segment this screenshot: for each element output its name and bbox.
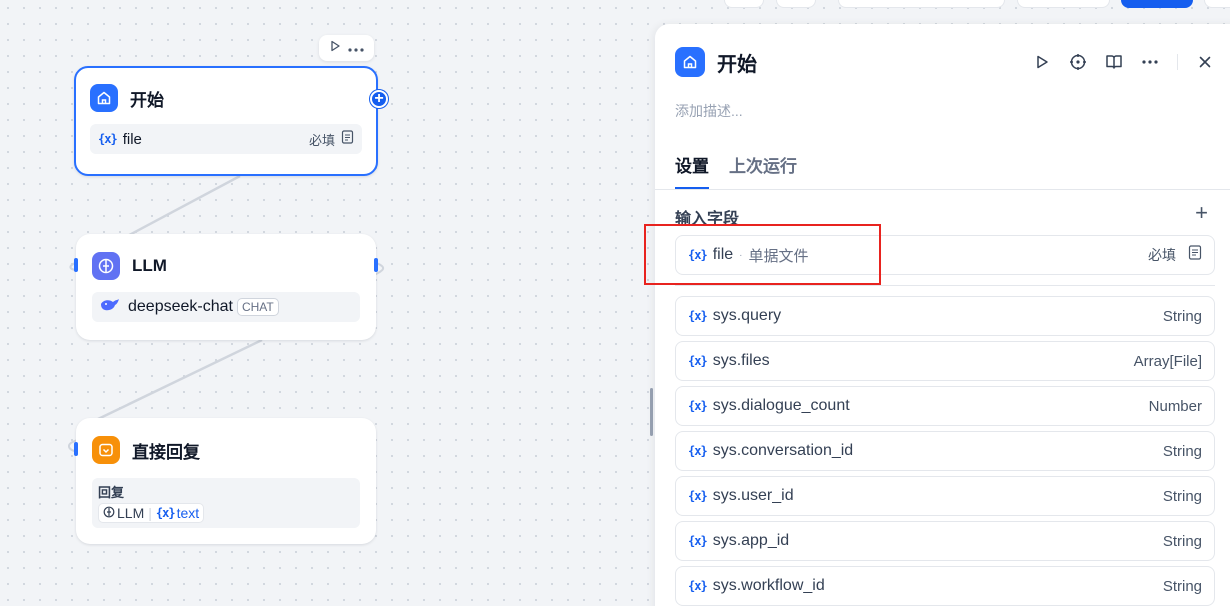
llm-small-icon (103, 505, 115, 521)
separator-dot: · (739, 249, 743, 261)
variable-icon: {x} (688, 354, 708, 368)
variable-icon: {x} (688, 489, 708, 503)
system-variable-row[interactable]: {x} sys.app_id String (675, 521, 1215, 561)
description-input[interactable]: 添加描述... (675, 101, 743, 121)
section-divider (675, 285, 1215, 286)
variable-icon: {x} (688, 444, 708, 458)
variable-icon: {x} (688, 248, 708, 262)
node-toolbar (319, 35, 374, 61)
more-icon[interactable] (348, 39, 364, 57)
variable-icon: {x} (155, 506, 176, 520)
ref-node-name: LLM (117, 505, 145, 521)
node-settings-panel: 开始 添加描述... 设置 上次运行 输入字段 + {x} file · 单据文… (655, 24, 1230, 606)
reply-reference: LLM | {x} text (98, 503, 205, 523)
llm-node-header: LLM (92, 250, 360, 282)
tab-settings[interactable]: 设置 (675, 152, 709, 189)
answer-input-handle[interactable] (74, 442, 78, 456)
system-variable-name: sys.user_id (712, 487, 794, 504)
llm-node-title: LLM (132, 256, 167, 275)
ref-var-name: text (176, 505, 200, 521)
toolbar-button-2[interactable] (776, 0, 816, 8)
field-name: file (712, 246, 734, 263)
toolbar-button-4[interactable] (1017, 0, 1110, 8)
ref-separator: | (148, 505, 152, 521)
action-divider (1177, 54, 1178, 70)
reply-box[interactable]: 回复 LLM | {x} text (92, 478, 360, 528)
toolbar-button-3[interactable] (838, 0, 1005, 8)
input-field-file[interactable]: {x} file · 单据文件 必填 (675, 235, 1215, 275)
variable-icon: {x} (688, 309, 708, 323)
system-variable-type: String (1162, 307, 1202, 325)
whale-icon (100, 298, 120, 317)
tab-last-run[interactable]: 上次运行 (729, 152, 797, 189)
panel-tabs: 设置 上次运行 (675, 152, 797, 189)
run-icon[interactable] (1031, 51, 1053, 73)
publish-button[interactable] (1121, 0, 1193, 8)
toolbar-button-5[interactable] (1204, 0, 1230, 8)
reply-icon (92, 436, 120, 464)
panel-resize-handle[interactable] (650, 388, 653, 436)
crosshair-icon[interactable] (1067, 51, 1089, 73)
toolbar-button-1[interactable] (724, 0, 764, 8)
field-description: 单据文件 (748, 247, 809, 265)
close-icon[interactable] (1194, 51, 1216, 73)
start-node-title: 开始 (130, 90, 164, 110)
home-icon (90, 84, 118, 112)
system-variable-row[interactable]: {x} sys.user_id String (675, 476, 1215, 516)
system-variable-type: String (1162, 442, 1202, 460)
document-icon (341, 130, 354, 148)
home-icon (675, 47, 705, 77)
field-name: file (122, 130, 142, 148)
system-variable-type: String (1162, 577, 1202, 595)
system-variable-name: sys.query (712, 307, 782, 324)
system-variable-name: sys.workflow_id (712, 577, 825, 594)
system-variable-type: Number (1148, 397, 1202, 415)
document-icon (1188, 245, 1202, 265)
llm-output-handle[interactable] (374, 258, 378, 272)
more-icon[interactable] (1139, 51, 1161, 73)
edge-llm-answer (95, 338, 263, 422)
tabs-divider (655, 189, 1230, 190)
required-label: 必填 (308, 132, 335, 148)
panel-actions (1031, 51, 1216, 73)
llm-input-handle[interactable] (74, 258, 78, 272)
system-variable-type: String (1162, 487, 1202, 505)
system-variable-type: String (1162, 532, 1202, 550)
required-label: 必填 (1148, 247, 1176, 263)
panel-title[interactable]: 开始 (717, 48, 757, 77)
answer-node-title: 直接回复 (132, 442, 200, 462)
system-variable-type: Array[File] (1133, 352, 1202, 370)
model-mode-tag: CHAT (236, 298, 279, 316)
system-variable-name: sys.conversation_id (712, 442, 854, 459)
input-fields-title: 输入字段 (675, 211, 740, 228)
start-node-header: 开始 (90, 82, 362, 114)
system-variable-row[interactable]: {x} sys.conversation_id String (675, 431, 1215, 471)
system-variable-row[interactable]: {x} sys.dialogue_count Number (675, 386, 1215, 426)
system-variable-row[interactable]: {x} sys.workflow_id String (675, 566, 1215, 606)
variable-icon: {x} (98, 132, 118, 146)
start-node[interactable]: 开始 {x} file 必填 + (74, 66, 388, 176)
llm-icon (92, 252, 120, 280)
system-variable-row[interactable]: {x} sys.files Array[File] (675, 341, 1215, 381)
variable-icon: {x} (688, 399, 708, 413)
system-variable-name: sys.dialogue_count (712, 397, 850, 414)
panel-header: 开始 (675, 46, 1216, 78)
system-variable-row[interactable]: {x} sys.query String (675, 296, 1215, 336)
llm-model-row[interactable]: deepseek-chat CHAT (92, 292, 360, 322)
answer-node[interactable]: 直接回复 回复 LLM | {x} text (74, 418, 376, 544)
add-field-button[interactable]: + (1195, 202, 1208, 224)
variable-icon: {x} (688, 579, 708, 593)
book-icon[interactable] (1103, 51, 1125, 73)
answer-node-header: 直接回复 (92, 434, 360, 466)
run-node-icon[interactable] (329, 39, 341, 57)
add-next-node-button[interactable]: + (370, 90, 388, 108)
reply-label: 回复 (98, 485, 125, 500)
system-variable-name: sys.app_id (712, 532, 790, 549)
start-node-field-file[interactable]: {x} file 必填 (90, 124, 362, 154)
system-variable-name: sys.files (712, 352, 770, 369)
llm-node[interactable]: LLM deepseek-chat CHAT (74, 234, 378, 340)
model-name: deepseek-chat (128, 298, 233, 315)
variable-icon: {x} (688, 534, 708, 548)
